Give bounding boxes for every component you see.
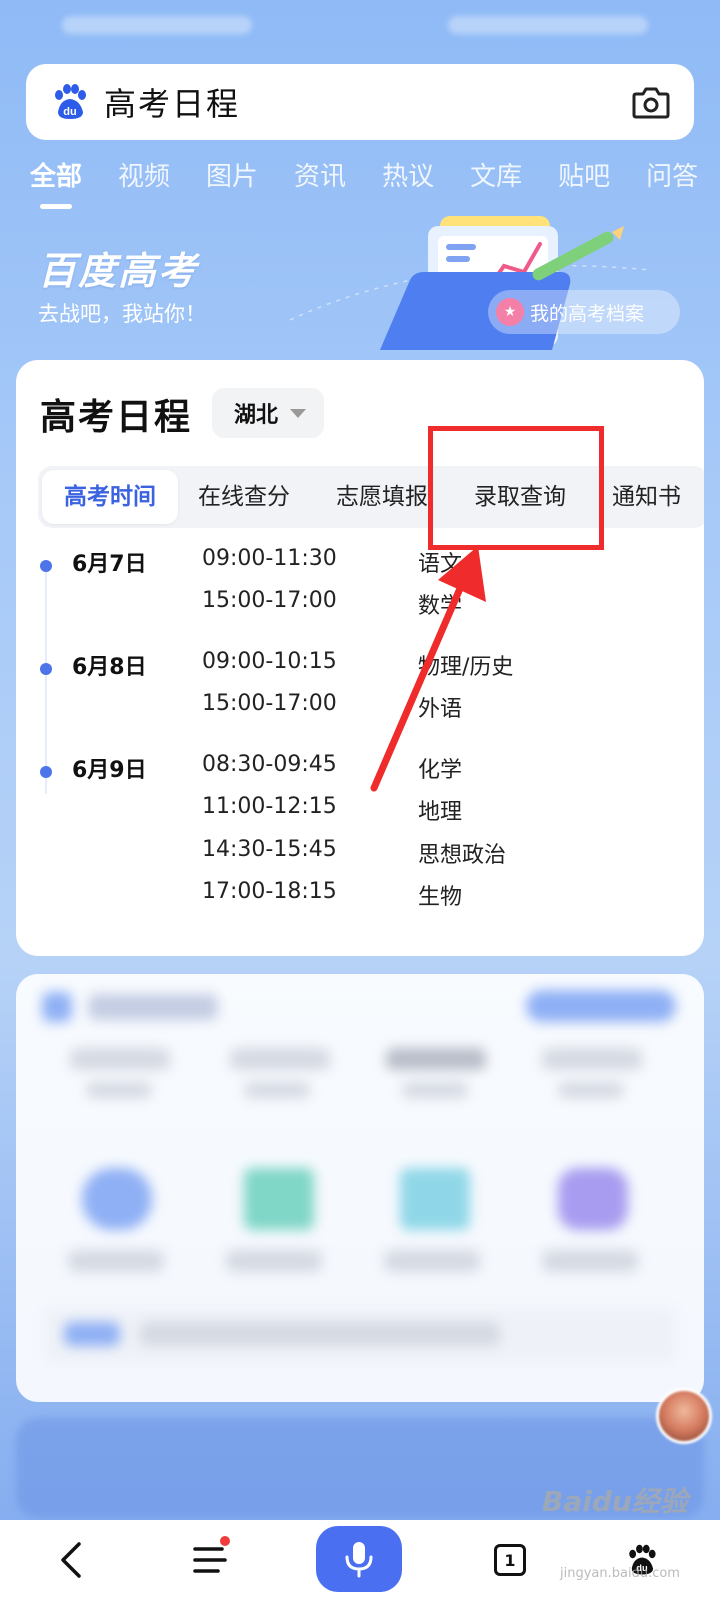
schedule-tabs: 高考时间 在线查分 志愿填报 录取查询 通知书	[38, 466, 704, 528]
region-dropdown[interactable]: 湖北	[212, 388, 324, 438]
tab-exam-time[interactable]: 高考时间	[42, 470, 178, 524]
watermark-url: jingyan.baidu.com	[560, 1566, 680, 1581]
search-input[interactable]: 高考日程	[104, 79, 240, 125]
timeline-line	[45, 570, 47, 794]
region-value: 湖北	[234, 403, 279, 428]
tab-video[interactable]: 视频	[118, 156, 170, 206]
brand-title: 百度高考	[38, 249, 199, 293]
svg-text:du: du	[63, 106, 76, 118]
caret-down-icon	[290, 409, 306, 418]
star-badge-icon: ★	[496, 298, 524, 326]
timeline-dot	[40, 766, 52, 778]
status-bar	[0, 0, 720, 48]
session-time: 08:30-09:45	[202, 752, 337, 777]
session-time: 14:30-15:45	[202, 837, 337, 862]
session-time: 11:00-12:15	[202, 794, 337, 819]
schedule-date: 6月9日	[72, 758, 147, 783]
admission-query-highlight	[428, 426, 604, 550]
session-time: 15:00-17:00	[202, 588, 337, 613]
tab-images[interactable]: 图片	[206, 156, 258, 206]
tab-wenku[interactable]: 文库	[470, 156, 522, 206]
voice-search-button[interactable]	[316, 1526, 402, 1592]
annotation-arrow-icon	[370, 546, 486, 792]
blurred-services-card	[16, 974, 704, 1402]
camera-icon[interactable]	[632, 84, 670, 120]
search-box[interactable]: du 高考日程	[26, 64, 694, 140]
back-button[interactable]	[40, 1520, 100, 1600]
profile-button[interactable]: du	[612, 1520, 672, 1600]
card-title: 高考日程	[40, 397, 193, 438]
tab-qa[interactable]: 问答	[646, 156, 698, 206]
notification-dot	[220, 1536, 230, 1546]
back-arrow-icon	[61, 1542, 81, 1578]
archive-button-label: 我的高考档案	[530, 302, 645, 325]
watermark: Baidu经验	[542, 1485, 688, 1518]
menu-icon	[193, 1547, 227, 1573]
menu-button[interactable]	[180, 1520, 240, 1600]
session-subject: 思想政治	[418, 843, 507, 868]
timeline-dot	[40, 560, 52, 572]
tabs-button[interactable]: 1	[480, 1520, 540, 1600]
session-subject: 生物	[418, 885, 463, 910]
folder-chart-illustration	[289, 210, 651, 360]
tab-discussion[interactable]: 热议	[382, 156, 434, 206]
assistant-avatar[interactable]	[656, 1388, 712, 1444]
active-tab-indicator	[40, 204, 72, 209]
tab-application[interactable]: 志愿填报	[336, 466, 434, 528]
session-time: 17:00-18:15	[202, 879, 337, 904]
tab-news[interactable]: 资讯	[294, 156, 346, 206]
tab-score-query[interactable]: 在线查分	[198, 466, 290, 528]
microphone-icon	[345, 1542, 373, 1578]
my-exam-archive-button[interactable]: ★ 我的高考档案	[488, 290, 680, 334]
tab-tieba[interactable]: 贴吧	[558, 156, 610, 206]
baidu-paw-icon: du	[50, 82, 90, 122]
session-time: 09:00-10:15	[202, 649, 337, 674]
timeline-dot	[40, 663, 52, 675]
tab-all[interactable]: 全部	[30, 156, 82, 206]
schedule-date: 6月8日	[72, 655, 147, 680]
schedule-date: 6月7日	[72, 552, 147, 577]
session-time: 09:00-11:30	[202, 546, 337, 571]
session-time: 15:00-17:00	[202, 691, 337, 716]
category-tabs: 全部 视频 图片 资讯 热议 文库 贴吧 问答	[30, 156, 720, 206]
tab-count: 1	[494, 1544, 526, 1576]
brand-subtitle: 去战吧，我站你！	[38, 302, 206, 326]
tab-notice[interactable]: 通知书	[612, 466, 681, 528]
